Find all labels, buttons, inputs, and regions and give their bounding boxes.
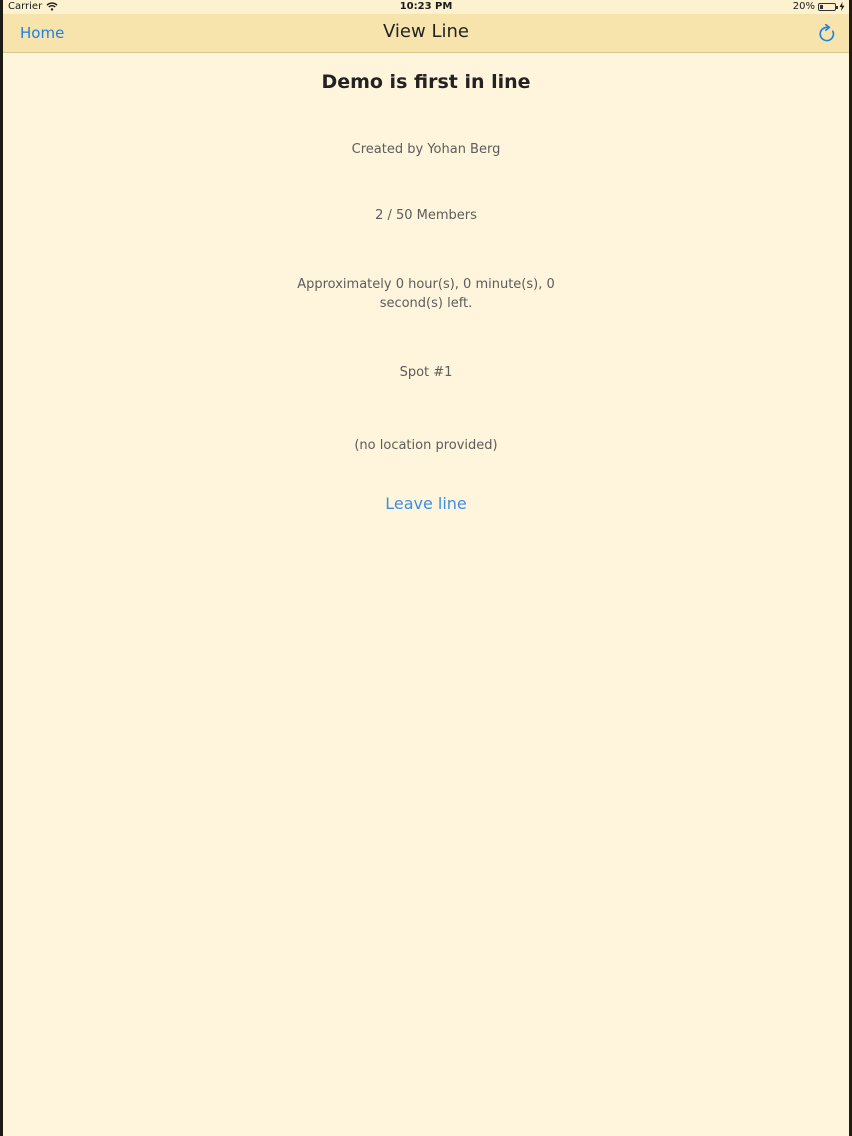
charging-icon (839, 2, 845, 11)
location-label: (no location provided) (354, 438, 498, 453)
time-left-label: Approximately 0 hour(s), 0 minute(s), 0 … (297, 277, 555, 311)
created-by-label: Created by Yohan Berg (351, 142, 501, 157)
refresh-icon[interactable] (817, 24, 837, 44)
members-count: 2 / 50 Members (375, 208, 477, 223)
status-bar: Carrier 10:23 PM 20% (3, 0, 849, 14)
navigation-bar: Home View Line (3, 14, 849, 53)
page-title: View Line (383, 21, 469, 42)
battery-fill (820, 4, 823, 9)
line-headline: Demo is first in line (321, 71, 531, 93)
status-time: 10:23 PM (399, 1, 453, 12)
leave-line-button[interactable]: Leave line (385, 494, 467, 513)
leave-line-button-row: Leave line (3, 494, 849, 515)
battery-percent: 20% (792, 1, 815, 12)
battery-icon (818, 2, 838, 11)
status-right: 20% (793, 1, 845, 12)
screen: Carrier 10:23 PM 20% Home View Line Demo… (3, 0, 849, 1136)
spot-label: Spot #1 (399, 365, 453, 380)
